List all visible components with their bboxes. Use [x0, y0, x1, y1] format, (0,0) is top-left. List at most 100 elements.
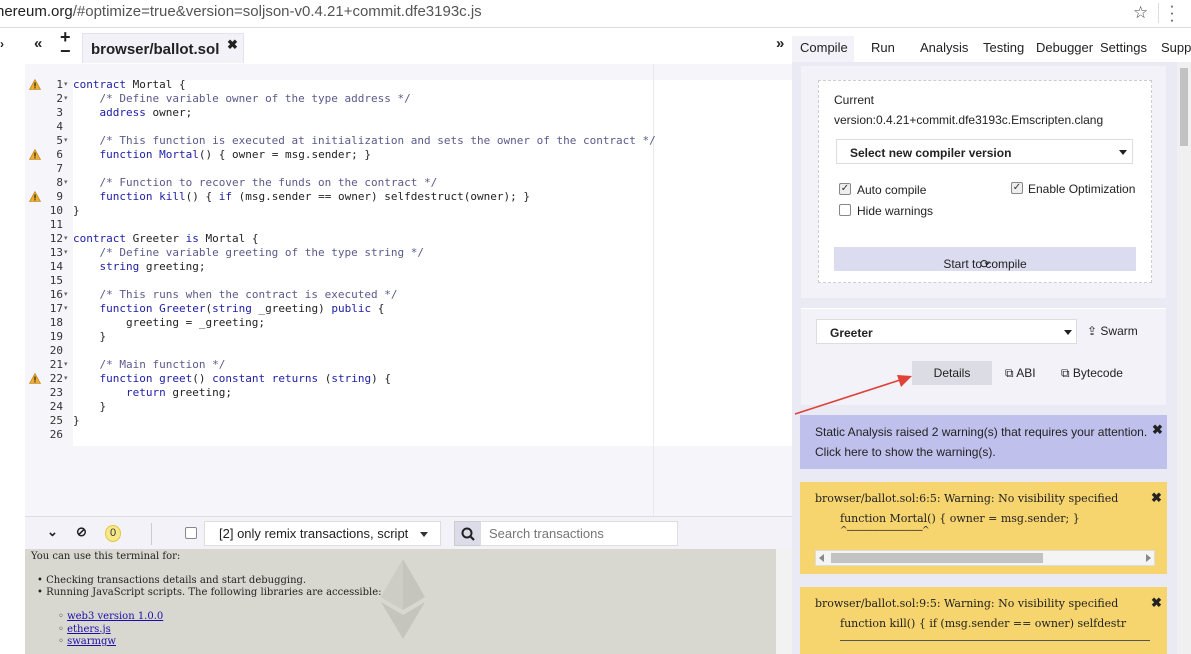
close-icon[interactable]: ✖: [1151, 490, 1162, 506]
contract-select[interactable]: Greeter: [816, 319, 1077, 344]
warning-icon[interactable]: [29, 373, 41, 384]
warning-heading: browser/ballot.sol:9:5: Warning: No visi…: [815, 597, 1119, 610]
code-text: (): [192, 372, 213, 385]
code-editor[interactable]: 1 ▾ 2 ▾ 3 4 5 ▾ 6 7 8 ▾ 9 10 11 12 ▾ 13 ▾ 14 15 16 ▾ 17 ▾ 18 19 20 2…: [25, 64, 792, 516]
swarmgw-link[interactable]: swarmgw: [67, 636, 116, 647]
code-keyword: string: [212, 302, 252, 315]
minimize-terminal-icon[interactable]: ⌄: [47, 524, 58, 540]
warning-scrollbar[interactable]: [815, 550, 1155, 566]
code-line: contract Mortal {: [73, 78, 186, 92]
add-file-icon[interactable]: + −: [60, 28, 71, 60]
fold-toggle-icon[interactable]: ▾: [64, 176, 68, 190]
warning-icon[interactable]: [29, 149, 41, 160]
right-panel-scrollbar[interactable]: [1177, 62, 1191, 654]
auto-compile-checkbox[interactable]: ✓: [839, 183, 851, 195]
web3-link[interactable]: web3 version 1.0.0: [67, 611, 163, 622]
swarm-publish-button[interactable]: ⇪ Swarm: [1087, 324, 1138, 338]
fold-toggle-icon[interactable]: ▾: [64, 372, 68, 386]
code-line: string greeting;: [73, 260, 206, 274]
start-compile-button[interactable]: ⟳ Start to compile: [834, 247, 1136, 271]
compiler-settings-box: Current version:0.4.21+commit.dfe3193c.E…: [818, 80, 1152, 283]
code-keyword: return: [125, 386, 166, 399]
fold-toggle-icon[interactable]: ▾: [64, 232, 68, 246]
ethers-link[interactable]: ethers.js: [67, 624, 111, 635]
terminal-scrollbar[interactable]: [776, 549, 792, 654]
tab-testing[interactable]: Testing: [983, 40, 1024, 55]
tab-debugger[interactable]: Debugger: [1036, 40, 1093, 55]
tab-support[interactable]: Supp: [1161, 40, 1191, 55]
browser-menu-icon[interactable]: · · ·: [1168, 0, 1176, 28]
fold-toggle-icon[interactable]: ▾: [64, 78, 68, 92]
browser-address-bar[interactable]: hereum.org/#optimize=true&version=soljso…: [0, 0, 1191, 28]
collapse-right-icon[interactable]: »: [776, 35, 784, 52]
close-icon[interactable]: ✖: [1151, 595, 1162, 611]
warning-icon[interactable]: [29, 79, 41, 90]
tab-analysis[interactable]: Analysis: [920, 40, 968, 55]
line-number: 18: [49, 316, 63, 329]
fold-toggle-icon[interactable]: ▾: [64, 302, 68, 316]
swarm-label: Swarm: [1100, 324, 1138, 338]
enable-optimization-checkbox[interactable]: ✓: [1011, 182, 1023, 194]
contract-card: Greeter ⇪ Swarm Details ⧉ ABI ⧉ Bytecode: [801, 308, 1166, 405]
static-analysis-alert[interactable]: Static Analysis raised 2 warning(s) that…: [800, 415, 1167, 469]
transaction-filter-dropdown[interactable]: [2] only remix transactions, script: [204, 521, 441, 546]
chevron-down-icon: [1064, 330, 1072, 335]
code-keyword: Greeter: [159, 302, 206, 315]
tab-compile[interactable]: Compile: [800, 40, 848, 55]
tab-settings[interactable]: Settings: [1100, 40, 1147, 55]
hide-warnings-checkbox[interactable]: [839, 204, 851, 216]
tab-run[interactable]: Run: [871, 40, 895, 55]
bookmark-star-icon[interactable]: ☆: [1133, 3, 1148, 23]
chevron-right-icon[interactable]: ›: [0, 37, 4, 51]
copy-bytecode-button[interactable]: ⧉ Bytecode: [1061, 366, 1123, 381]
warning-icon[interactable]: [29, 191, 41, 202]
alert-line-2: Click here to show the warning(s).: [815, 445, 996, 459]
code-text: ) {: [371, 372, 391, 385]
url-text[interactable]: hereum.org/#optimize=true&version=soljso…: [0, 3, 482, 20]
code-keyword: string: [99, 260, 140, 273]
collapse-left-icon[interactable]: «: [34, 35, 42, 52]
terminal-link-item: ◦ web3 version 1.0.0: [58, 611, 164, 622]
current-version-value: version:0.4.21+commit.dfe3193c.Emscripte…: [834, 113, 1104, 127]
code-line: /* Function to recover the funds on the …: [73, 176, 438, 190]
line-number: 15: [49, 274, 63, 287]
compiler-version-select[interactable]: Select new compiler version: [836, 139, 1133, 164]
fold-toggle-icon[interactable]: ▾: [64, 92, 68, 106]
close-icon[interactable]: ✖: [1152, 422, 1163, 438]
copy-abi-button[interactable]: ⧉ ABI: [1005, 366, 1036, 381]
listen-network-checkbox[interactable]: [185, 527, 197, 539]
terminal-bullet-text: Running JavaScript scripts. The followin…: [46, 587, 382, 598]
code-line: /* Define variable owner of the type add…: [73, 92, 411, 106]
code-line: return greeting;: [73, 386, 232, 400]
code-keyword: kill: [159, 190, 186, 203]
warning-code: function Mortal() { owner = msg.sender; …: [840, 512, 1080, 525]
close-icon[interactable]: ✖: [227, 37, 238, 53]
terminal-intro: You can use this terminal for:: [31, 551, 181, 562]
fold-toggle-icon[interactable]: ▾: [64, 358, 68, 372]
fold-toggle-icon[interactable]: ▾: [64, 288, 68, 302]
search-transactions-input[interactable]: [480, 521, 678, 546]
code-keyword: contract: [73, 232, 126, 245]
chevron-down-icon: [1119, 150, 1127, 155]
fold-toggle-icon[interactable]: ▾: [64, 134, 68, 148]
line-number: 2: [56, 92, 63, 105]
code-keyword: function: [99, 372, 153, 385]
warning-box: browser/ballot.sol:6:5: Warning: No visi…: [800, 482, 1167, 574]
search-icon[interactable]: [454, 521, 481, 546]
clear-console-icon[interactable]: ⊘: [76, 524, 87, 540]
tab-ballot-sol[interactable]: browser/ballot.sol ✖: [82, 33, 244, 63]
url-host: hereum.org: [0, 3, 73, 20]
copy-icon: ⧉: [1061, 366, 1070, 380]
fold-toggle-icon[interactable]: ▾: [64, 246, 68, 260]
terminal-output[interactable]: You can use this terminal for: • Checkin…: [25, 549, 776, 654]
line-number: 25: [49, 414, 63, 427]
code-line: function Greeter(string _greeting) publi…: [73, 302, 385, 316]
details-button[interactable]: Details: [912, 361, 992, 385]
code-text-area[interactable]: contract Mortal { /* Define variable own…: [73, 64, 792, 516]
